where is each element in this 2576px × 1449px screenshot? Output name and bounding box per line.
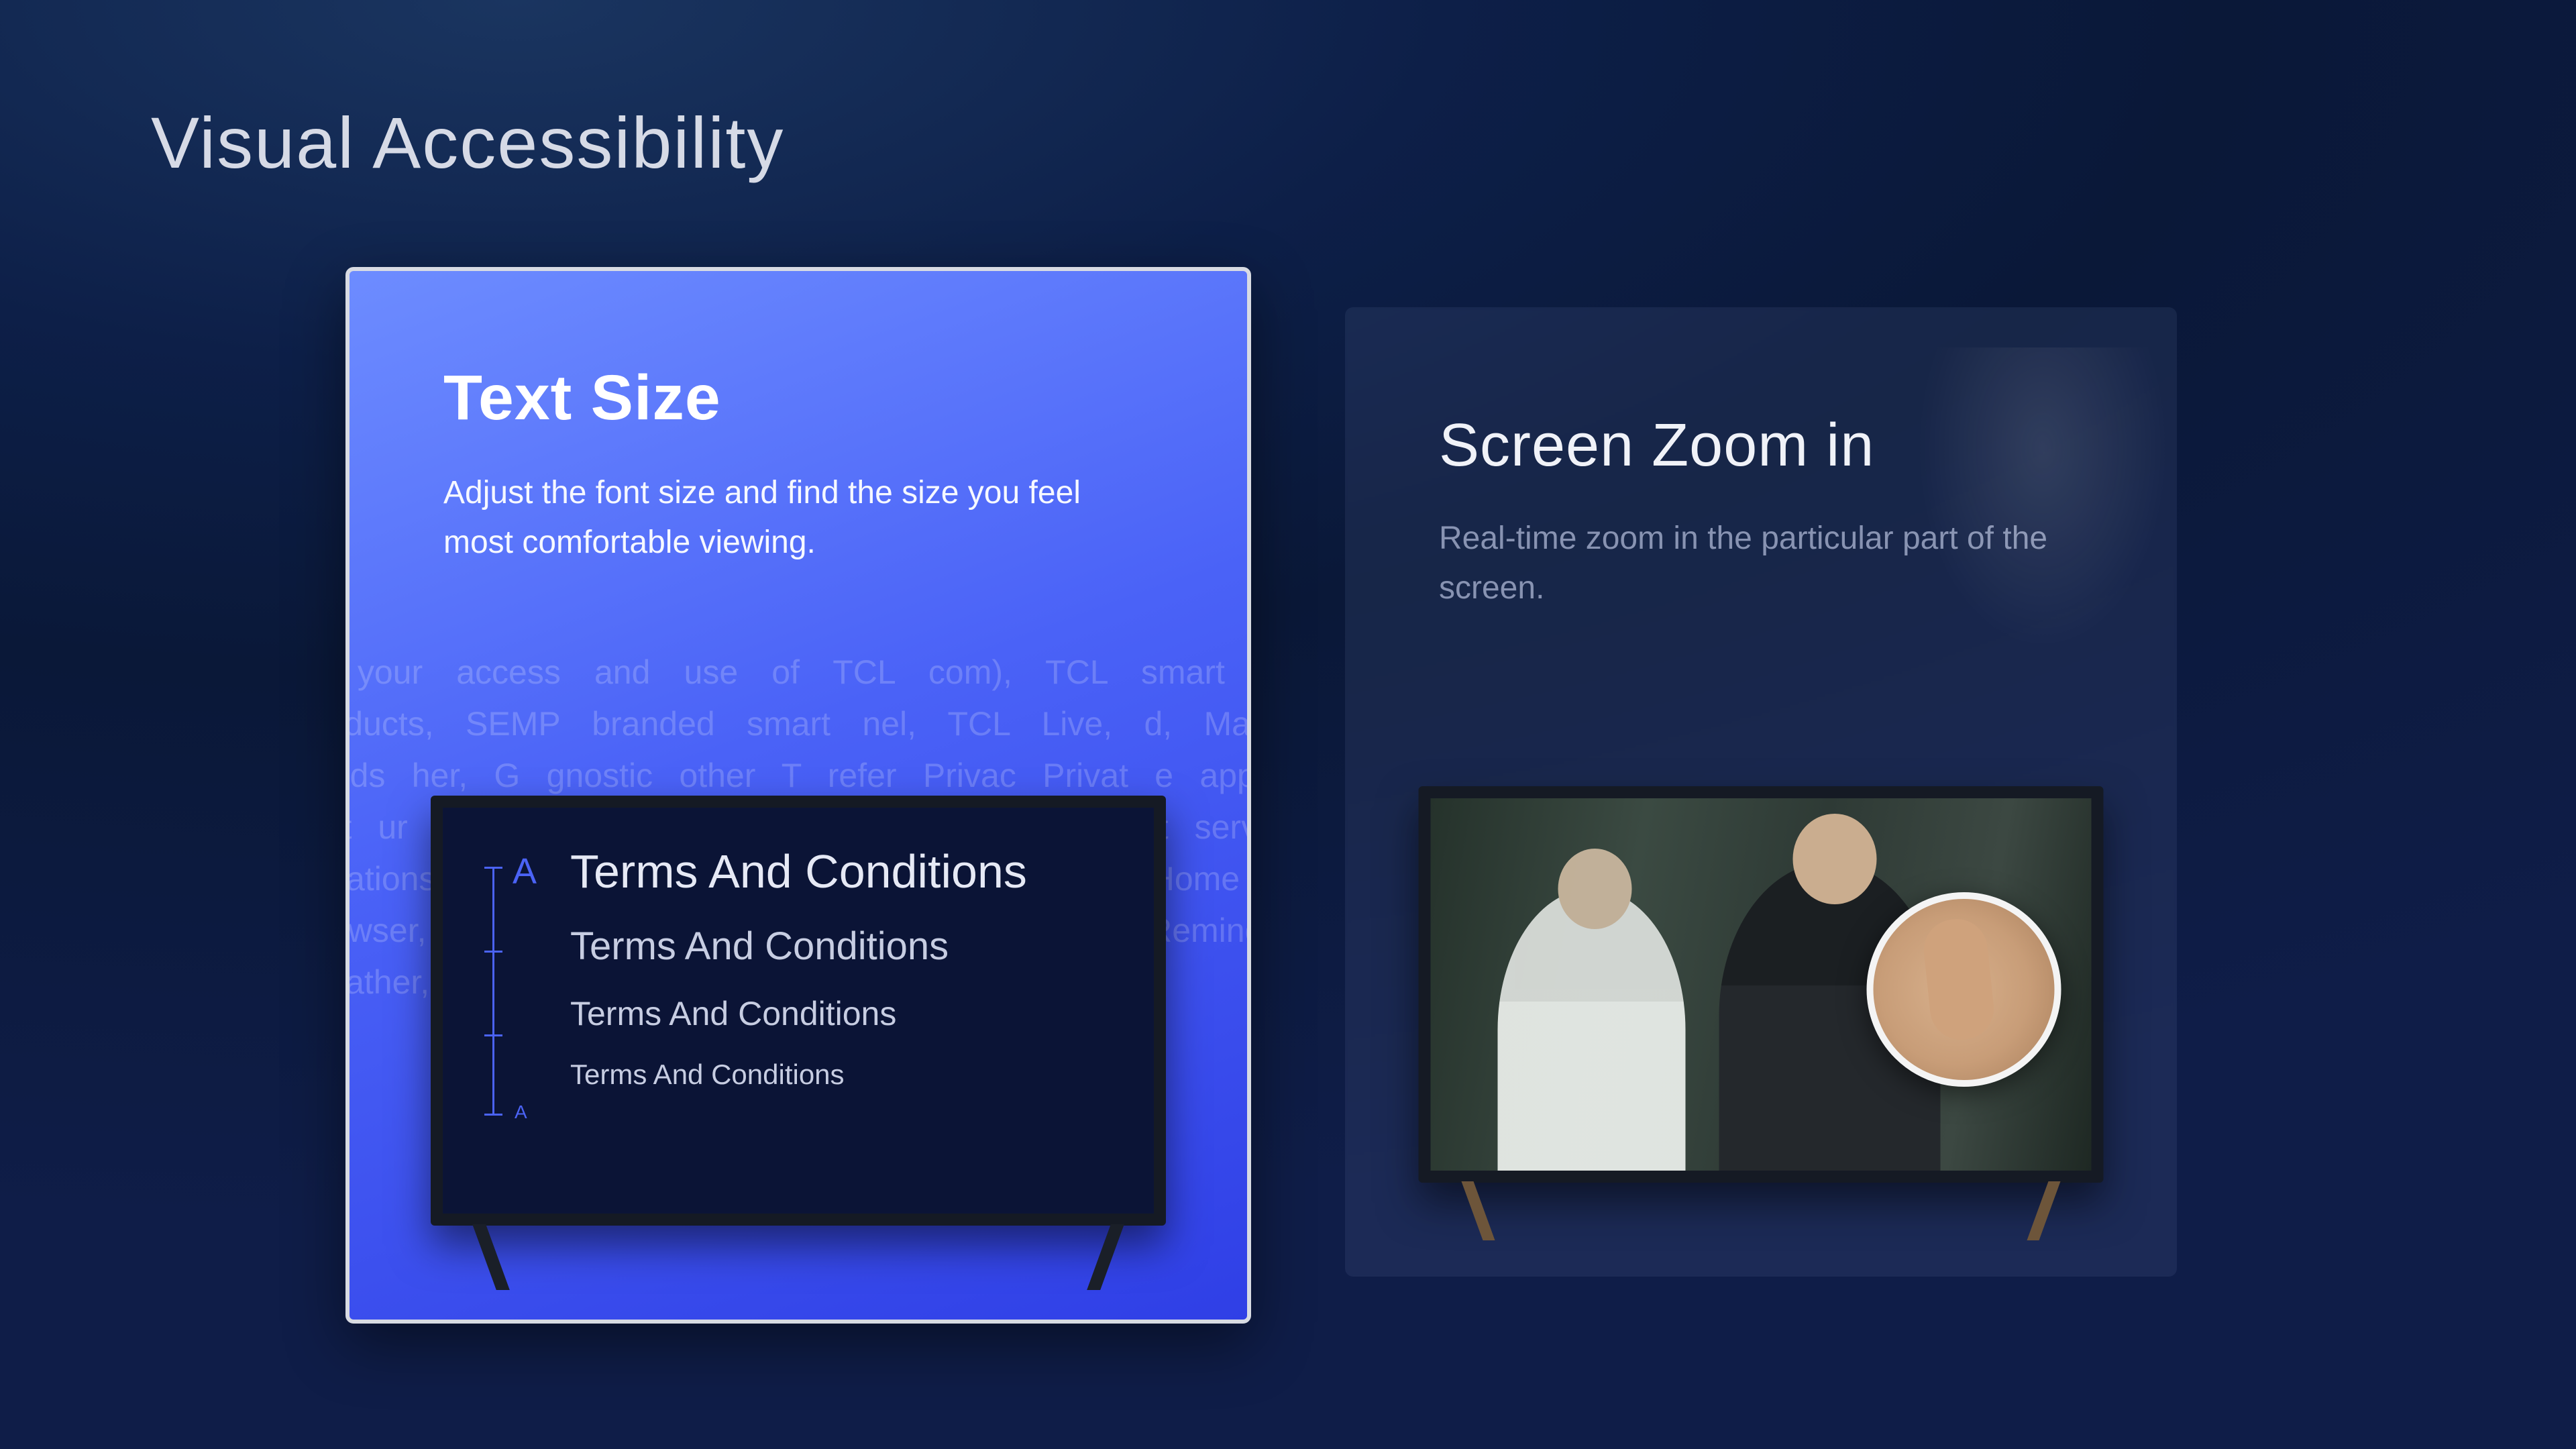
card-text-size-desc: Adjust the font size and find the size y… xyxy=(443,468,1141,568)
screen-zoom-tv xyxy=(1419,786,2104,1183)
card-screen-zoom[interactable]: Screen Zoom in Real-time zoom in the par… xyxy=(1345,307,2177,1277)
card-text-size[interactable]: Text Size Adjust the font size and find … xyxy=(345,267,1251,1324)
sample-m: Terms And Conditions xyxy=(570,994,1124,1033)
slider-tick xyxy=(484,1114,502,1116)
card-screen-zoom-desc: Real-time zoom in the particular part of… xyxy=(1439,514,2083,614)
card-screen-zoom-title: Screen Zoom in xyxy=(1439,411,2083,480)
actor-left xyxy=(1498,889,1686,1171)
text-size-slider: A A xyxy=(478,847,518,1115)
slider-tick xyxy=(484,867,502,869)
slider-track xyxy=(492,867,494,1115)
sample-xl: Terms And Conditions xyxy=(570,845,1124,898)
slider-tick xyxy=(484,1034,502,1036)
tv-leg-right xyxy=(1087,1224,1124,1290)
page-title: Visual Accessibility xyxy=(151,101,784,184)
tv-frame: A A Terms And Conditions Terms And Condi… xyxy=(431,796,1166,1226)
movie-still xyxy=(1431,798,2092,1171)
slider-tick xyxy=(484,951,502,953)
text-size-tv: A A Terms And Conditions Terms And Condi… xyxy=(431,796,1166,1226)
slider-small-a-icon: A xyxy=(515,1102,527,1123)
tv-leg-right xyxy=(2027,1181,2060,1240)
tv-frame xyxy=(1419,786,2104,1183)
sample-l: Terms And Conditions xyxy=(570,924,1124,969)
tv-leg-left xyxy=(1461,1181,1495,1240)
slider-large-a-icon: A xyxy=(513,851,537,892)
zoom-magnifier-icon xyxy=(1867,892,2061,1087)
text-size-samples: Terms And Conditions Terms And Condition… xyxy=(570,845,1124,1091)
cards-row: Text Size Adjust the font size and find … xyxy=(345,267,2177,1324)
card-text-size-title: Text Size xyxy=(443,362,1153,435)
tv-leg-left xyxy=(472,1224,510,1290)
sample-s: Terms And Conditions xyxy=(570,1059,1124,1091)
